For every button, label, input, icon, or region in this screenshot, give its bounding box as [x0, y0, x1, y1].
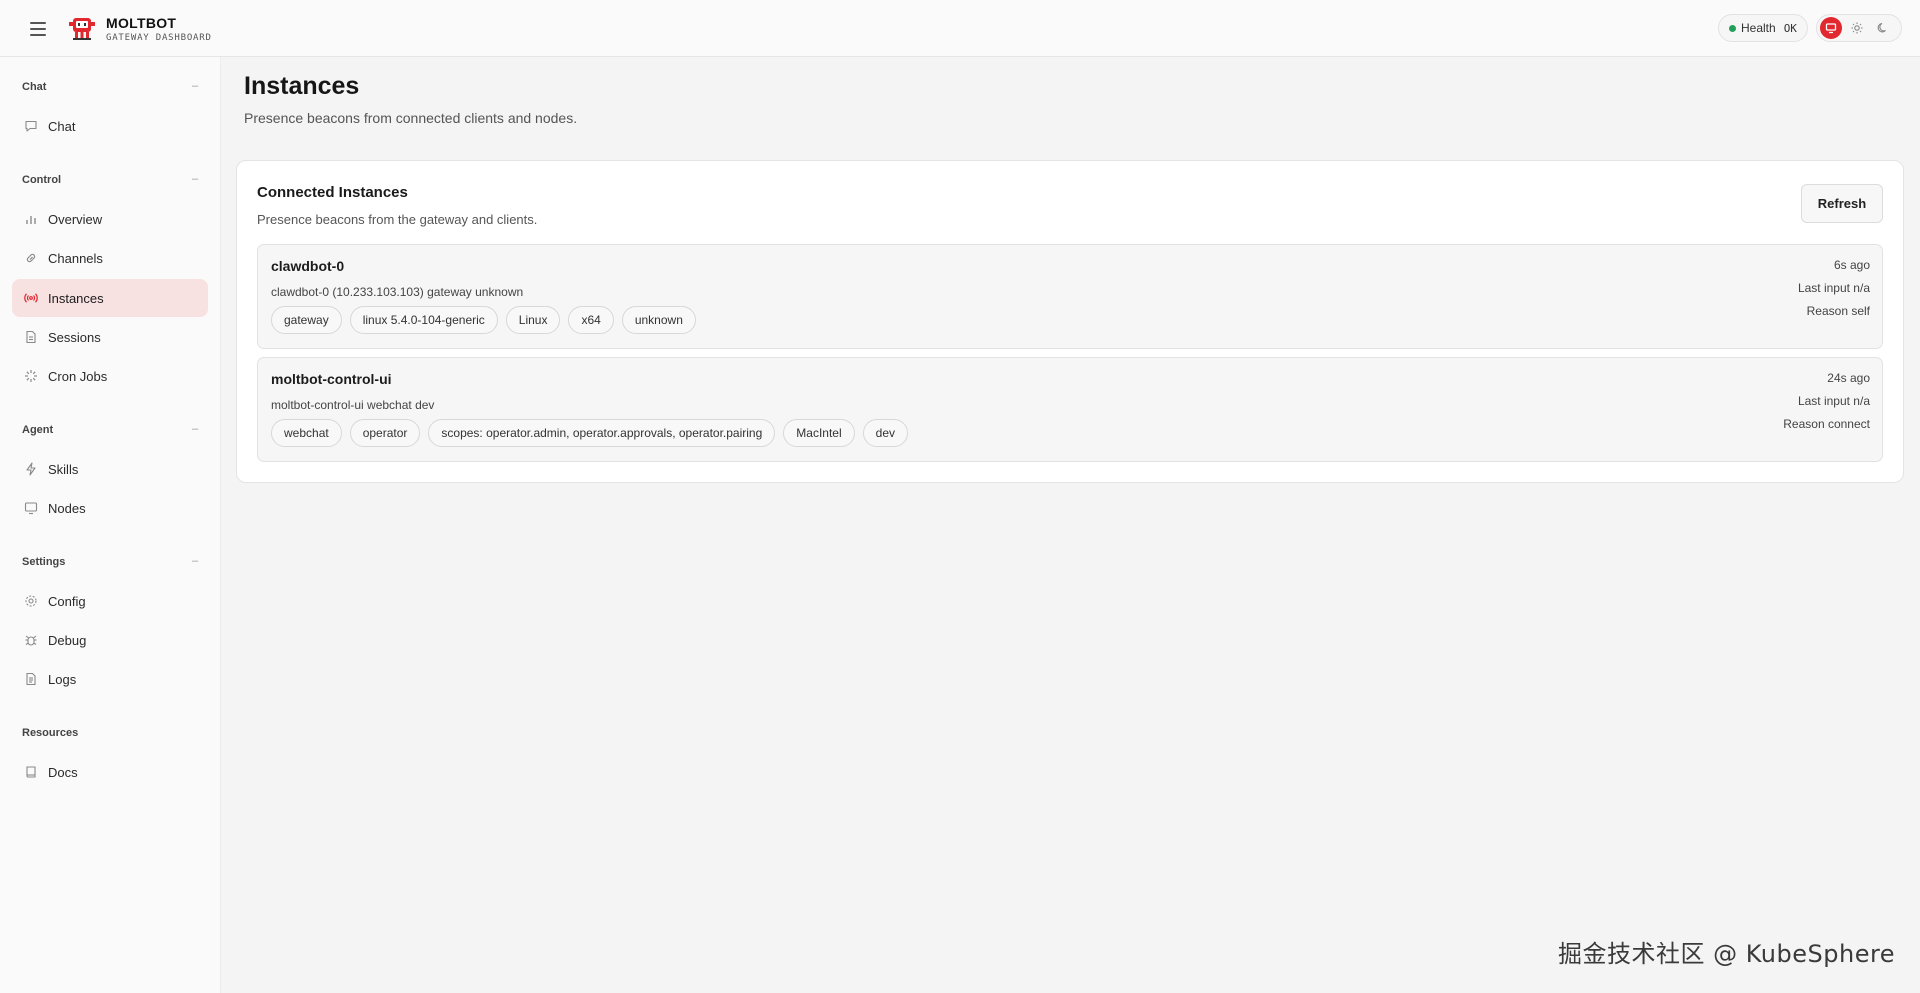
- sidebar-item-docs[interactable]: Docs: [12, 753, 208, 791]
- connected-instances-card: Connected Instances Presence beacons fro…: [236, 160, 1904, 483]
- theme-system-button[interactable]: [1820, 17, 1842, 39]
- sidebar-item-label: Logs: [48, 671, 77, 687]
- sidebar-item-label: Config: [48, 593, 86, 609]
- card-title: Connected Instances: [257, 184, 408, 201]
- sidebar-item-label: Sessions: [48, 329, 101, 345]
- instance-reason: Reason self: [1806, 304, 1870, 318]
- card-subtitle: Presence beacons from the gateway and cl…: [257, 212, 538, 227]
- sidebar-item-label: Instances: [48, 290, 104, 306]
- tag-chip: webchat: [271, 419, 342, 447]
- instance-age: 6s ago: [1833, 258, 1870, 272]
- health-value: OK: [1783, 21, 1797, 35]
- instance-description: moltbot-control-ui webchat dev: [271, 398, 435, 412]
- collapse-agent-button[interactable]: –: [192, 423, 198, 435]
- tag-chip: Linux: [505, 306, 561, 334]
- collapse-control-button[interactable]: –: [192, 173, 198, 185]
- link-icon: [23, 251, 38, 266]
- tag-chip: MacIntel: [783, 419, 855, 447]
- top-bar: MOLTBOT GATEWAY DASHBOARD Health OK: [0, 0, 1920, 57]
- instance-reason: Reason connect: [1783, 417, 1870, 431]
- instance-last-input: Last input n/a: [1797, 281, 1870, 295]
- instance-tags: gateway linux 5.4.0-104-generic Linux x6…: [271, 306, 696, 334]
- page-subtitle: Presence beacons from connected clients …: [244, 110, 578, 126]
- instance-row: clawdbot-0 clawdbot-0 (10.233.103.103) g…: [257, 244, 1883, 349]
- instance-row: moltbot-control-ui moltbot-control-ui we…: [257, 357, 1883, 462]
- monitor-icon: [1825, 23, 1837, 34]
- tag-chip: x64: [568, 306, 614, 334]
- sidebar-item-skills[interactable]: Skills: [12, 450, 208, 488]
- instance-name: moltbot-control-ui: [271, 371, 392, 387]
- theme-dark-button[interactable]: [1872, 17, 1894, 39]
- health-label: Health: [1741, 21, 1776, 35]
- instance-description: clawdbot-0 (10.233.103.103) gateway unkn…: [271, 285, 524, 299]
- collapse-settings-button[interactable]: –: [192, 555, 198, 567]
- sidebar-item-label: Docs: [48, 764, 78, 780]
- page-title: Instances: [244, 72, 360, 100]
- theme-light-button[interactable]: [1846, 17, 1868, 39]
- section-label-resources: Resources: [22, 727, 79, 739]
- sidebar-item-label: Chat: [48, 118, 76, 134]
- bar-chart-icon: [23, 212, 38, 227]
- collapse-chat-button[interactable]: –: [192, 80, 198, 92]
- document-icon: [23, 330, 38, 345]
- moon-icon: [1877, 22, 1886, 33]
- sidebar-item-sessions[interactable]: Sessions: [12, 318, 208, 356]
- tag-chip: dev: [862, 419, 908, 447]
- sidebar-item-nodes[interactable]: Nodes: [12, 489, 208, 527]
- book-icon: [23, 765, 38, 780]
- monitor-icon: [23, 501, 38, 516]
- theme-switcher: [1816, 14, 1902, 42]
- section-label-settings: Settings: [22, 556, 66, 568]
- instance-last-input: Last input n/a: [1797, 394, 1870, 408]
- sidebar-item-debug[interactable]: Debug: [12, 621, 208, 659]
- sidebar-item-instances[interactable]: Instances: [12, 279, 208, 317]
- health-status-badge: Health OK: [1718, 14, 1808, 42]
- section-label-agent: Agent: [22, 424, 54, 436]
- sidebar-item-label: Cron Jobs: [48, 368, 108, 384]
- health-dot-icon: [1729, 24, 1736, 32]
- tag-chip: operator: [349, 419, 421, 447]
- moltbot-logo-icon: [67, 14, 97, 42]
- tag-chip: scopes: operator.admin, operator.approva…: [428, 419, 776, 447]
- sidebar-item-channels[interactable]: Channels: [12, 239, 208, 277]
- instance-name: clawdbot-0: [271, 258, 345, 274]
- section-label-chat: Chat: [22, 81, 47, 93]
- sun-icon: [1851, 22, 1863, 34]
- tag-chip: linux 5.4.0-104-generic: [349, 306, 498, 334]
- section-label-control: Control: [22, 174, 62, 186]
- tag-chip: unknown: [621, 306, 696, 334]
- watermark-text: 掘金技术社区 @ KubeSphere: [1558, 940, 1896, 968]
- radio-broadcast-icon: [23, 291, 38, 306]
- chat-bubble-icon: [23, 119, 38, 134]
- sidebar-item-label: Channels: [48, 250, 103, 266]
- brand-subtitle: GATEWAY DASHBOARD: [106, 33, 212, 43]
- sidebar-item-label: Overview: [48, 211, 103, 227]
- sidebar: Chat – Chat Control – Overview Channels …: [0, 57, 221, 993]
- sidebar-item-label: Debug: [48, 632, 87, 648]
- sidebar-item-logs[interactable]: Logs: [12, 660, 208, 698]
- instance-age: 24s ago: [1827, 371, 1870, 385]
- loader-icon: [23, 369, 38, 384]
- refresh-button[interactable]: Refresh: [1801, 184, 1883, 223]
- sidebar-item-config[interactable]: Config: [12, 582, 208, 620]
- tag-chip: gateway: [271, 306, 342, 334]
- sidebar-item-overview[interactable]: Overview: [12, 200, 208, 238]
- menu-icon[interactable]: [26, 18, 50, 40]
- file-text-icon: [23, 672, 38, 687]
- gear-icon: [23, 594, 38, 609]
- zap-icon: [23, 462, 38, 477]
- brand-name: MOLTBOT: [106, 15, 177, 31]
- sidebar-item-chat[interactable]: Chat: [12, 107, 208, 145]
- sidebar-item-label: Skills: [48, 461, 79, 477]
- sidebar-item-cron-jobs[interactable]: Cron Jobs: [12, 357, 208, 395]
- sidebar-item-label: Nodes: [48, 500, 86, 516]
- bug-icon: [23, 633, 38, 648]
- instance-tags: webchat operator scopes: operator.admin,…: [271, 419, 908, 447]
